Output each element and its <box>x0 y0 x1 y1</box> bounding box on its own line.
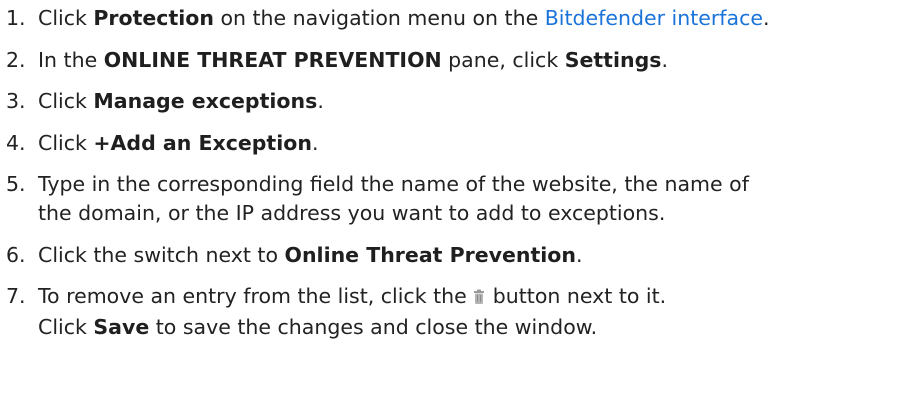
step-text: button next to it. <box>492 284 667 308</box>
step-text: . <box>317 89 324 113</box>
step-number: 3. <box>6 89 26 113</box>
step-bold-term: Protection <box>93 6 214 30</box>
step-text: . <box>576 242 583 267</box>
step-bold-term: Save <box>93 315 150 339</box>
step-text: Click <box>38 315 94 339</box>
step-number: 5. <box>6 172 26 196</box>
trash-icon <box>473 284 485 313</box>
step-text: In the <box>38 47 104 72</box>
step-text: on the navigation menu on the <box>213 6 545 30</box>
step-number: 4. <box>6 130 26 155</box>
instruction-steps: 1. Click Protection on the navigation me… <box>0 0 902 342</box>
step-text: Click <box>38 89 94 113</box>
step-text: Click <box>38 130 94 155</box>
step-2: 2. In the ONLINE THREAT PREVENTION pane,… <box>0 46 902 75</box>
step-6: 6. Click the switch next to Online Threa… <box>0 241 902 270</box>
step-text: Click <box>38 6 94 30</box>
step-7: 7. To remove an entry from the list, cli… <box>0 282 902 342</box>
step-text: . <box>762 6 770 30</box>
step-text: . <box>661 47 669 72</box>
step-text: . <box>311 130 319 155</box>
step-number: 1. <box>6 6 26 30</box>
step-bold-term: Settings <box>564 47 662 72</box>
step-text: the domain, or the IP address you want t… <box>38 201 666 225</box>
step-number: 7. <box>6 284 26 308</box>
step-4: 4. Click +Add an Exception. <box>0 129 902 158</box>
step-bold-term: Online Threat Prevention <box>284 242 576 267</box>
step-number: 6. <box>6 242 26 267</box>
step-3: 3. Click Manage exceptions. <box>0 87 902 116</box>
step-text: To remove an entry from the list, click … <box>38 284 467 308</box>
step-1: 1. Click Protection on the navigation me… <box>0 4 902 33</box>
step-bold-term: Manage exceptions <box>93 89 318 113</box>
step-text: Type in the corresponding field the name… <box>38 172 749 196</box>
step-text: to save the changes and close the window… <box>149 315 598 339</box>
step-bold-term: +Add an Exception <box>93 130 312 155</box>
step-text: pane, click <box>441 47 565 72</box>
step-5: 5. Type in the corresponding field the n… <box>0 170 902 228</box>
step-number: 2. <box>6 47 26 72</box>
step-text: Click the switch next to <box>38 242 285 267</box>
bitdefender-interface-link[interactable]: Bitdefender interface <box>545 6 763 30</box>
step-bold-term: ONLINE THREAT PREVENTION <box>103 47 442 72</box>
